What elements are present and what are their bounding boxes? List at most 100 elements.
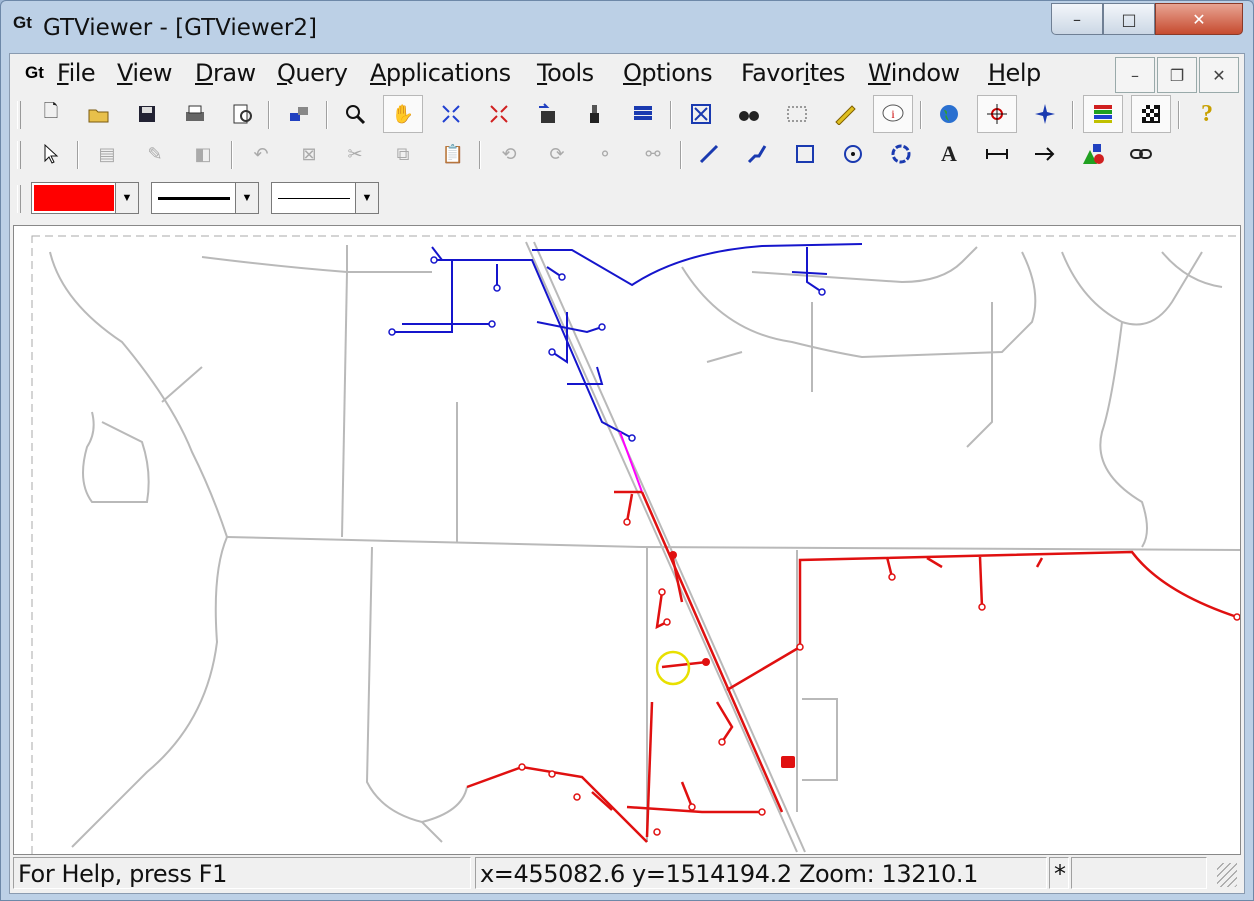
toolbar-grip[interactable] (17, 141, 21, 169)
select-arrow-icon[interactable] (31, 135, 71, 173)
print-preview-icon[interactable] (223, 95, 263, 133)
style-toolbar: ▼ ▼ ▼ (13, 175, 1241, 223)
menu-favorites[interactable]: Favorites (741, 59, 845, 87)
red-node (702, 658, 710, 666)
print-icon[interactable] (175, 95, 215, 133)
toolbar-grip[interactable] (17, 101, 21, 129)
dropdown-arrow-icon: ▼ (355, 183, 378, 213)
draw-line-icon[interactable] (689, 135, 729, 173)
save-icon[interactable] (127, 95, 167, 133)
map-drawing (31, 235, 1240, 854)
stack-layers-icon[interactable] (623, 95, 663, 133)
menu-applications[interactable]: Applications (370, 59, 511, 87)
maximize-button[interactable]: □ (1103, 3, 1155, 35)
title-bar[interactable]: Gt GTViewer - [GTViewer2] – □ ✕ (1, 1, 1253, 53)
zoom-extents-icon[interactable] (681, 95, 721, 133)
mdi-close-button[interactable]: ✕ (1199, 57, 1239, 93)
status-pane-extra (1071, 857, 1207, 889)
color-swatch (34, 185, 114, 211)
menu-draw[interactable]: Draw (195, 59, 256, 87)
zoom-fit-red-icon[interactable] (479, 95, 519, 133)
window-title: GTViewer - [GTViewer2] (43, 15, 317, 41)
menu-file[interactable]: File (57, 59, 96, 87)
symbols-icon[interactable] (1073, 135, 1113, 173)
red-network (466, 490, 1238, 843)
color-bars-icon[interactable] (1083, 95, 1123, 133)
close-icon: ✕ (1192, 9, 1206, 29)
globe-icon[interactable] (929, 95, 969, 133)
menu-bar: Gt File View Draw Query Applications Too… (13, 57, 1241, 95)
line-weight-combo[interactable]: ▼ (271, 182, 379, 214)
unlink-node-icon[interactable]: ⚯ (633, 135, 673, 173)
close-button[interactable]: ✕ (1155, 3, 1243, 35)
export-icon[interactable] (527, 95, 567, 133)
minimize-button[interactable]: – (1051, 3, 1103, 35)
mdi-restore-button[interactable]: ❐ (1157, 57, 1197, 93)
toolbar-grip[interactable] (17, 185, 21, 213)
resize-grip[interactable] (1217, 863, 1237, 887)
dropdown-arrow-icon: ▼ (235, 183, 258, 213)
paste-icon[interactable]: 📋 (433, 135, 473, 173)
status-help-text: For Help, press F1 (13, 857, 471, 889)
standard-toolbar: 🗋 ✋ i ? (13, 95, 1241, 135)
undo-icon[interactable]: ↶ (241, 135, 281, 173)
draw-polyline-icon[interactable] (737, 135, 777, 173)
help-icon[interactable]: ? (1187, 95, 1227, 133)
menu-tools[interactable]: Tools (537, 59, 594, 87)
copy-icon[interactable]: ⧉ (383, 135, 423, 173)
cut-icon[interactable]: ✂ (335, 135, 375, 173)
select-rect-icon[interactable] (777, 95, 817, 133)
paint-bucket-icon[interactable] (575, 95, 615, 133)
draw-circle-icon[interactable] (833, 135, 873, 173)
color-combo[interactable]: ▼ (31, 182, 139, 214)
rotate-right-icon[interactable]: ⟳ (537, 135, 577, 173)
rotate-left-icon[interactable]: ⟲ (489, 135, 529, 173)
line-weight-sample (278, 198, 350, 199)
chain-link-icon[interactable] (1121, 135, 1161, 173)
zoom-icon[interactable] (335, 95, 375, 133)
menu-query[interactable]: Query (277, 59, 348, 87)
menu-view[interactable]: View (117, 59, 172, 87)
road-network (49, 241, 1240, 853)
edit-icon[interactable]: ✎ (135, 135, 175, 173)
map-canvas[interactable] (13, 225, 1241, 855)
link-node-icon[interactable]: ⚬ (585, 135, 625, 173)
open-folder-icon[interactable] (79, 95, 119, 133)
status-bar: For Help, press F1 x=455082.6 y=1514194.… (13, 857, 1241, 891)
binoculars-icon[interactable] (729, 95, 769, 133)
toggle-icon[interactable]: ◧ (183, 135, 223, 173)
status-coordinates: x=455082.6 y=1514194.2 Zoom: 13210.1 (475, 857, 1047, 889)
fit-extent-icon[interactable] (431, 95, 471, 133)
layers-icon[interactable] (279, 95, 319, 133)
draw-polygon-icon[interactable] (881, 135, 921, 173)
menu-help[interactable]: Help (988, 59, 1041, 87)
close-icon: ✕ (1212, 65, 1226, 85)
info-balloon-icon[interactable]: i (873, 95, 913, 133)
measure-ruler-icon[interactable] (825, 95, 865, 133)
dimension-icon[interactable] (977, 135, 1017, 173)
text-icon[interactable]: A (929, 135, 969, 173)
draw-rectangle-icon[interactable] (785, 135, 825, 173)
menu-window[interactable]: Window (868, 59, 960, 87)
minimize-icon: – (1131, 65, 1139, 85)
dropdown-arrow-icon: ▼ (115, 183, 138, 213)
properties-icon[interactable]: ▤ (87, 135, 127, 173)
new-file-icon[interactable]: 🗋 (31, 95, 71, 133)
menu-options[interactable]: Options (623, 59, 713, 87)
pan-hand-icon[interactable]: ✋ (383, 95, 423, 133)
checker-icon[interactable] (1131, 95, 1171, 133)
sheet-border (31, 235, 1240, 854)
status-flag: * (1049, 857, 1069, 889)
arrow-icon[interactable] (1025, 135, 1065, 173)
maximize-icon: □ (1121, 9, 1137, 29)
restore-icon: ❐ (1169, 65, 1185, 85)
mdi-minimize-button[interactable]: – (1115, 57, 1155, 93)
line-style-combo[interactable]: ▼ (151, 182, 259, 214)
red-node (669, 551, 677, 559)
delete-icon[interactable]: ⊠ (289, 135, 329, 173)
red-symbol (781, 756, 795, 768)
red-devices (518, 518, 1240, 836)
snap-target-icon[interactable] (977, 95, 1017, 133)
application-window: Gt GTViewer - [GTViewer2] – □ ✕ Gt File … (0, 0, 1254, 901)
star-point-icon[interactable] (1025, 95, 1065, 133)
